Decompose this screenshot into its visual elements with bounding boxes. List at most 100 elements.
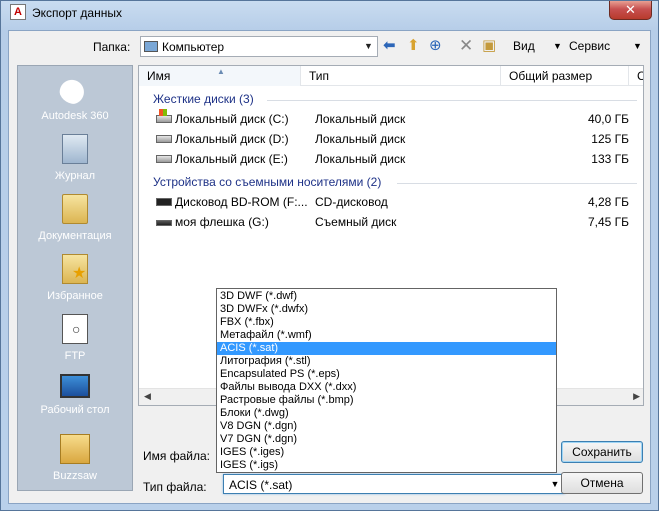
dropdown-option[interactable]: Метафайл (*.wmf) <box>217 329 556 342</box>
ftp-icon <box>62 314 88 344</box>
export-dialog: A Экспорт данных ✕ Папка: Компьютер ▼ ⬅ … <box>0 0 659 511</box>
place-label: Autodesk 360 <box>41 110 109 122</box>
dropdown-option[interactable]: Блоки (*.dwg) <box>217 407 556 420</box>
dropdown-option-selected[interactable]: ACIS (*.sat) <box>217 342 556 355</box>
dropdown-option[interactable]: Растровые файлы (*.bmp) <box>217 394 556 407</box>
place-ftp[interactable]: FTP <box>18 314 132 362</box>
cancel-button[interactable]: Отмена <box>561 472 643 494</box>
usb-drive-icon <box>156 220 172 226</box>
title-bar: A Экспорт данных ✕ <box>1 1 658 29</box>
column-header-row: ▲ Имя Тип Общий размер Св <box>139 66 643 86</box>
item-size: 7,45 ГБ <box>587 215 629 229</box>
close-button[interactable]: ✕ <box>609 1 652 20</box>
dropdown-option[interactable]: 3D DWFx (*.dwfx) <box>217 303 556 316</box>
search-web-icon[interactable]: ⊕ <box>429 37 442 55</box>
filetype-value: ACIS (*.sat) <box>229 478 293 492</box>
filetype-dropdown-list[interactable]: 3D DWF (*.dwf) 3D DWFx (*.dwfx) FBX (*.f… <box>216 288 557 473</box>
list-item[interactable]: Локальный диск (E:) Локальный диск 133 Г… <box>139 149 643 169</box>
item-size: 133 ГБ <box>591 152 629 166</box>
computer-icon <box>144 41 158 52</box>
group-divider <box>267 100 637 101</box>
item-name: моя флешка (G:) <box>175 215 269 229</box>
filename-label: Имя файла: <box>143 449 210 463</box>
group-header-removable[interactable]: Устройства со съемными носителями (2) <box>153 175 381 189</box>
item-type: Локальный диск <box>315 112 406 126</box>
place-label: Журнал <box>54 170 96 182</box>
item-size: 40,0 ГБ <box>587 112 629 126</box>
documents-folder-icon <box>62 194 88 224</box>
filetype-combo[interactable]: ACIS (*.sat) ▼ <box>223 474 565 494</box>
dropdown-option[interactable]: V7 DGN (*.dgn) <box>217 433 556 446</box>
place-autodesk-360[interactable]: Autodesk 360 <box>18 74 132 122</box>
place-label: FTP <box>64 350 86 362</box>
place-label: Документация <box>38 230 112 242</box>
chevron-down-icon[interactable]: ▼ <box>553 37 562 55</box>
dropdown-option[interactable]: IGES (*.iges) <box>217 446 556 459</box>
hard-drive-icon <box>156 109 172 123</box>
item-type: Съемный диск <box>315 215 397 229</box>
place-history[interactable]: Журнал <box>18 134 132 182</box>
column-header-type[interactable]: Тип <box>301 66 501 86</box>
new-folder-icon[interactable]: ▣ <box>482 37 496 55</box>
chevron-down-icon[interactable]: ▼ <box>633 37 642 55</box>
folder-value: Компьютер <box>162 40 225 54</box>
item-size: 4,28 ГБ <box>587 195 629 209</box>
place-buzzsaw[interactable]: Buzzsaw <box>18 434 132 482</box>
places-bar: Autodesk 360 Журнал Документация Избранн… <box>17 65 133 491</box>
column-header-size[interactable]: Общий размер <box>501 66 629 86</box>
item-name: Локальный диск (C:) <box>175 112 289 126</box>
favorites-icon <box>62 254 88 284</box>
scroll-left-icon[interactable]: ◀ <box>144 391 151 402</box>
tools-menu-button[interactable]: Сервис <box>569 37 610 55</box>
item-type: Локальный диск <box>315 132 406 146</box>
column-label: Тип <box>309 69 330 83</box>
list-item[interactable]: Локальный диск (C:) Локальный диск 40,0 … <box>139 109 643 129</box>
window-title: Экспорт данных <box>32 6 122 20</box>
view-menu-button[interactable]: Вид <box>513 37 535 55</box>
column-label: Имя <box>147 69 171 83</box>
item-size: 125 ГБ <box>591 132 629 146</box>
place-label: Избранное <box>47 290 103 302</box>
dropdown-option[interactable]: Литография (*.stl) <box>217 355 556 368</box>
group-header-hard-disks[interactable]: Жесткие диски (3) <box>153 92 254 106</box>
save-button[interactable]: Сохранить <box>561 441 643 463</box>
list-item[interactable]: моя флешка (G:) Съемный диск 7,45 ГБ <box>139 212 643 232</box>
scroll-right-icon[interactable]: ▶ <box>633 391 640 402</box>
back-arrow-icon[interactable]: ⬅ <box>383 37 396 55</box>
dropdown-option[interactable]: 3D DWF (*.dwf) <box>217 290 556 303</box>
column-header-name[interactable]: ▲ Имя <box>139 66 301 86</box>
dropdown-option[interactable]: V8 DGN (*.dgn) <box>217 420 556 433</box>
buzzsaw-icon <box>60 434 90 464</box>
column-label: Общий размер <box>509 69 593 83</box>
history-icon <box>62 134 88 164</box>
place-desktop[interactable]: Рабочий стол <box>18 374 132 416</box>
item-name: Локальный диск (D:) <box>175 132 289 146</box>
hard-drive-icon <box>156 155 172 163</box>
column-header-free[interactable]: Св <box>629 66 643 86</box>
desktop-icon <box>60 374 90 398</box>
place-label: Рабочий стол <box>40 404 110 416</box>
dropdown-option[interactable]: Encapsulated PS (*.eps) <box>217 368 556 381</box>
place-favorites[interactable]: Избранное <box>18 254 132 302</box>
item-name: Дисковод BD-ROM (F:... <box>175 195 308 209</box>
dropdown-option[interactable]: FBX (*.fbx) <box>217 316 556 329</box>
folder-label: Папка: <box>93 40 131 54</box>
dropdown-option[interactable]: Файлы вывода DXX (*.dxx) <box>217 381 556 394</box>
sort-up-icon: ▲ <box>217 67 225 76</box>
optical-drive-icon <box>156 198 172 206</box>
chevron-down-icon[interactable]: ▼ <box>360 37 377 56</box>
place-label: Buzzsaw <box>52 470 98 482</box>
filetype-label: Тип файла: <box>143 480 207 494</box>
list-item[interactable]: Локальный диск (D:) Локальный диск 125 Г… <box>139 129 643 149</box>
delete-icon[interactable]: ✕ <box>459 37 473 55</box>
list-item[interactable]: Дисковод BD-ROM (F:... CD-дисковод 4,28 … <box>139 192 643 212</box>
dropdown-option[interactable]: IGES (*.igs) <box>217 459 556 472</box>
item-name: Локальный диск (E:) <box>175 152 288 166</box>
hard-drive-icon <box>156 135 172 143</box>
cloud-icon <box>59 74 91 104</box>
chevron-down-icon[interactable]: ▼ <box>548 475 562 493</box>
column-label: Св <box>637 69 643 83</box>
up-folder-icon[interactable]: ⬆ <box>407 37 420 55</box>
folder-combo[interactable]: Компьютер ▼ <box>140 36 378 57</box>
place-documents[interactable]: Документация <box>18 194 132 242</box>
